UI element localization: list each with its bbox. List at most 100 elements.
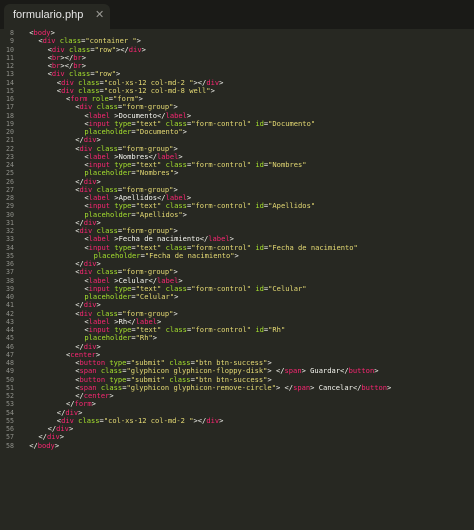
code-line[interactable]: <div class="form-group"> — [20, 144, 391, 153]
code-token: > — [173, 308, 178, 318]
code-token: > — [174, 292, 179, 301]
line-number: 29 — [6, 202, 14, 211]
line-number: 41 — [6, 301, 14, 310]
code-area[interactable]: <body> <div class="container "> <div class… — [20, 28, 391, 450]
line-number: 9 — [10, 37, 14, 46]
line-number: 24 — [6, 161, 14, 169]
code-token: button — [348, 366, 375, 376]
code-token: > </ — [275, 382, 294, 392]
code-line[interactable]: </div> — [20, 424, 391, 433]
code-token: body — [37, 440, 55, 450]
line-number: 22 — [6, 144, 14, 153]
line-number: 57 — [6, 433, 14, 442]
tab-title[interactable]: formulario.php — [13, 9, 83, 21]
code-token: > — [210, 85, 215, 95]
code-token: class — [165, 325, 187, 334]
code-token: > — [54, 440, 60, 450]
code-token: "form-control" — [191, 201, 252, 211]
code-token: "Documento" — [135, 127, 183, 136]
code-token: id — [255, 283, 264, 293]
code-token: span — [293, 382, 311, 392]
code-token: div — [128, 44, 142, 54]
line-number: 12 — [6, 62, 14, 70]
line-number: 27 — [6, 185, 14, 194]
code-token: "Celular" — [135, 292, 175, 301]
code-line[interactable]: <div class="form-group"> — [20, 103, 391, 111]
line-number: 23 — [6, 152, 14, 161]
code-editor[interactable]: 8 9 10 11 12 13 14 15 16 17 18 19 20 21 22 23 24 25 26 27 28… — [0, 28, 474, 530]
code-token: "form-control" — [191, 118, 252, 128]
line-number: 20 — [6, 128, 14, 136]
code-token: "form-control" — [191, 325, 252, 334]
code-line[interactable]: <div class="col-xs-12 col-md-2 "></div> — [20, 415, 391, 425]
code-line[interactable]: <div class="form-group"> — [20, 185, 391, 194]
code-token: > — [182, 209, 187, 219]
line-number: 21 — [6, 136, 14, 145]
code-token: > Cancelar</ — [310, 382, 362, 392]
code-token: "Celular" — [268, 283, 307, 293]
line-number: 48 — [6, 359, 14, 367]
tab-formulario[interactable]: formulario.php ✕ — [4, 4, 110, 29]
line-number: 38 — [6, 276, 14, 285]
line-number: 32 — [6, 227, 14, 235]
code-line[interactable]: <div class="form-group"> — [20, 308, 391, 318]
line-number: 10 — [6, 45, 14, 54]
code-token: ></ — [193, 415, 207, 425]
line-number: 35 — [6, 251, 14, 260]
code-token: class — [78, 415, 100, 425]
line-number: 39 — [6, 284, 14, 293]
code-token: "form-control" — [191, 160, 252, 169]
code-token: "Nombres" — [268, 160, 307, 169]
line-number-gutter: 8 9 10 11 12 13 14 15 16 17 18 19 20 21 22 23 24 25 26 27 28… — [0, 29, 14, 450]
code-token: id — [255, 160, 264, 169]
code-line[interactable]: </div> — [20, 433, 391, 441]
line-number: 51 — [6, 383, 14, 392]
code-token: > — [68, 424, 74, 433]
code-token: > Guardar</ — [301, 366, 349, 376]
line-number: 42 — [6, 309, 14, 318]
line-number: 54 — [6, 408, 14, 417]
code-line[interactable]: <input type="text" class="form-control" … — [20, 325, 391, 334]
line-number: 17 — [6, 103, 14, 112]
line-number: 47 — [6, 350, 14, 359]
close-icon[interactable]: ✕ — [95, 8, 104, 21]
line-number: 30 — [6, 210, 14, 219]
line-number: 55 — [6, 416, 14, 425]
code-token: button — [361, 382, 388, 392]
code-line[interactable]: <div class="form-group"> — [20, 268, 391, 276]
code-token: </ — [29, 440, 38, 450]
code-token: id — [255, 118, 264, 128]
code-token: > — [374, 366, 379, 376]
line-number: 56 — [6, 425, 14, 433]
code-token: "Rh" — [268, 325, 286, 334]
code-line[interactable]: </body> — [20, 440, 391, 450]
code-line[interactable]: <input type="text" class="form-control" … — [20, 118, 391, 128]
code-token: id — [255, 242, 264, 252]
code-line[interactable]: <input type="text" class="form-control" … — [20, 202, 391, 210]
code-token: "row" — [94, 44, 116, 54]
code-line[interactable]: <input type="text" class="form-control" … — [20, 283, 391, 293]
line-number: 46 — [6, 342, 14, 351]
line-number: 14 — [6, 78, 14, 87]
line-number: 26 — [6, 177, 14, 186]
line-number: 36 — [6, 260, 14, 268]
line-number: 33 — [6, 235, 14, 244]
code-token: "Fecha de nacimiento" — [268, 242, 358, 252]
code-token: "Apellidos" — [268, 201, 316, 211]
code-token: div — [206, 415, 220, 425]
code-token: > — [59, 432, 65, 442]
line-number: 45 — [6, 334, 14, 343]
line-number: 49 — [6, 367, 14, 376]
line-number: 43 — [6, 317, 14, 326]
line-number: 50 — [6, 375, 14, 384]
code-token: > — [91, 399, 96, 409]
code-token: "Fecha de nacimiento" — [144, 250, 235, 260]
line-number: 53 — [6, 400, 14, 409]
code-token: > — [219, 77, 224, 87]
code-line[interactable]: <input type="text" class="form-control" … — [20, 160, 391, 169]
code-token: > — [174, 168, 179, 178]
code-token: "Apellidos" — [135, 209, 183, 219]
code-token: span — [284, 366, 302, 376]
code-token: id — [255, 201, 264, 211]
line-number: 8 — [10, 29, 14, 37]
